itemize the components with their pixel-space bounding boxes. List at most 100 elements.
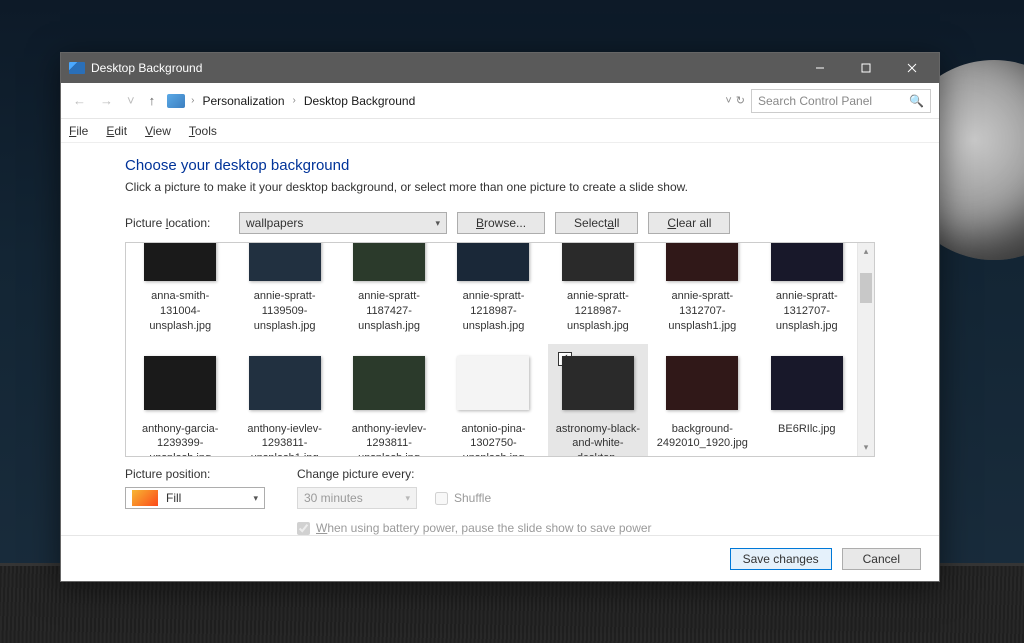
chevron-down-icon: ▾ [253,493,258,504]
picture-location-label: Picture location: [125,216,229,230]
select-all-button[interactable]: Select all [555,212,638,234]
thumbnail-filename: anthony-ievlev-1293811-unsplash.jpg [341,422,437,457]
page-subheading: Click a picture to make it your desktop … [125,180,875,194]
options-row: Picture position: Fill ▾ Change picture … [125,467,875,535]
shuffle-label: Shuffle [454,491,491,505]
dialog-footer: Save changes Cancel [61,535,939,581]
picture-position-label: Picture position: [125,467,265,481]
thumbnail-filename: background-2492010_1920.jpg [654,422,750,452]
thumbnail-filename: annie-spratt-1312707-unsplash1.jpg [654,289,750,334]
window-title: Desktop Background [91,61,797,75]
thumbnail-image [457,242,529,281]
position-preview-icon [132,490,158,506]
thumbnail-filename: antonio-pina-1302750-unsplash.jpg [445,422,541,457]
wallpaper-thumbnail[interactable]: BE6RIlc.jpg [757,344,857,457]
picture-location-value: wallpapers [246,216,303,230]
wallpaper-thumbnail[interactable]: annie-spratt-1218987-unsplash.jpg [443,242,543,340]
shuffle-checkbox: Shuffle [435,491,491,505]
wallpaper-thumbnail[interactable]: antonio-pina-1302750-unsplash.jpg [443,344,543,457]
chevron-down-icon: ▾ [405,493,410,504]
thumbnail-filename: annie-spratt-1218987-unsplash.jpg [550,289,646,334]
wallpaper-thumbnail[interactable]: anthony-garcia-1239399-unsplash.jpg [130,344,230,457]
breadcrumb[interactable]: › Personalization › Desktop Background [191,92,719,110]
thumbnail-image [249,242,321,281]
menu-view[interactable]: View [143,122,173,140]
wallpaper-thumbnail[interactable]: annie-spratt-1312707-unsplash.jpg [757,242,857,340]
change-interval-value: 30 minutes [304,491,363,505]
thumbnail-filename: astronomy-black-and-white-desktop-wallpa… [550,422,646,457]
search-input[interactable]: Search Control Panel 🔍 [751,89,931,113]
battery-label: When using battery power, pause the slid… [316,521,652,535]
thumbnail-image [562,242,634,281]
thumbnail-image [353,242,425,281]
thumbnail-filename: BE6RIlc.jpg [776,422,837,437]
wallpaper-thumbnail[interactable]: anna-smith-131004-unsplash.jpg [130,242,230,340]
nav-back-button[interactable]: ← [69,91,90,110]
scroll-up-button[interactable]: ▴ [858,243,874,260]
picture-location-select[interactable]: wallpapers ▾ [239,212,447,234]
address-bar: ← → ˅ ↑ › Personalization › Desktop Back… [61,83,939,119]
content-area: Choose your desktop background Click a p… [61,143,939,535]
thumbnail-filename: annie-spratt-1312707-unsplash.jpg [759,289,855,334]
chevron-right-icon: › [293,95,296,106]
thumbnail-image [144,356,216,410]
thumbnail-image [144,242,216,281]
picture-location-row: Picture location: wallpapers ▾ Browse...… [125,212,875,234]
picture-position-value: Fill [166,491,181,505]
thumbnail-image [771,356,843,410]
cancel-button[interactable]: Cancel [842,548,921,570]
gallery-viewport[interactable]: anna-smith-131004-unsplash.jpgannie-spra… [125,242,875,457]
maximize-button[interactable] [843,53,889,83]
wallpaper-thumbnail[interactable]: annie-spratt-1312707-unsplash1.jpg [652,242,752,340]
thumbnail-image [771,242,843,281]
thumbnail-filename: annie-spratt-1139509-unsplash.jpg [236,289,332,334]
change-picture-every-label: Change picture every: [297,467,652,481]
search-placeholder: Search Control Panel [758,94,872,108]
minimize-button[interactable] [797,53,843,83]
close-button[interactable] [889,53,935,83]
thumbnail-filename: annie-spratt-1187427-unsplash.jpg [341,289,437,334]
wallpaper-thumbnail[interactable]: anthony-ievlev-1293811-unsplash.jpg [339,344,439,457]
address-bar-dropdown-button[interactable]: ˅ [725,95,731,107]
save-changes-button[interactable]: Save changes [730,548,832,570]
clear-all-button[interactable]: Clear all [648,212,730,234]
wallpaper-thumbnail[interactable]: ✓astronomy-black-and-white-desktop-wallp… [548,344,648,457]
titlebar[interactable]: Desktop Background [61,53,939,83]
scrollbar-thumb[interactable] [860,273,872,303]
breadcrumb-desktop-background[interactable]: Desktop Background [302,92,417,110]
wallpaper-thumbnail[interactable]: anthony-ievlev-1293811-unsplash1.jpg [234,344,334,457]
picture-position-select[interactable]: Fill ▾ [125,487,265,509]
battery-checkbox-input [297,522,310,535]
thumbnail-image [666,242,738,281]
menu-bar: File Edit View Tools [61,119,939,143]
thumbnail-filename: anna-smith-131004-unsplash.jpg [132,289,228,334]
change-interval-select: 30 minutes ▾ [297,487,417,509]
wallpaper-thumbnail[interactable]: background-2492010_1920.jpg [652,344,752,457]
wallpaper-thumbnail[interactable]: annie-spratt-1139509-unsplash.jpg [234,242,334,340]
scroll-down-button[interactable]: ▾ [858,439,874,456]
menu-file[interactable]: File [67,122,90,140]
wallpaper-thumbnail[interactable]: annie-spratt-1187427-unsplash.jpg [339,242,439,340]
menu-tools[interactable]: Tools [187,122,219,140]
wallpaper-gallery: anna-smith-131004-unsplash.jpgannie-spra… [125,242,875,457]
titlebar-app-icon [69,62,85,74]
nav-forward-button[interactable]: → [96,91,117,110]
nav-up-button[interactable]: ↑ [145,91,160,110]
browse-button[interactable]: Browse... [457,212,545,234]
scrollbar[interactable]: ▴ ▾ [857,243,874,456]
refresh-button[interactable]: ↻ [736,94,745,107]
menu-edit[interactable]: Edit [104,122,129,140]
breadcrumb-personalization[interactable]: Personalization [200,92,286,110]
window-controls [797,53,935,83]
folder-icon [167,94,185,108]
thumbnail-image [353,356,425,410]
shuffle-checkbox-input [435,492,448,505]
thumbnail-filename: annie-spratt-1218987-unsplash.jpg [445,289,541,334]
battery-checkbox: When using battery power, pause the slid… [297,521,652,535]
thumbnail-image [666,356,738,410]
thumbnail-image [457,356,529,410]
wallpaper-thumbnail[interactable]: annie-spratt-1218987-unsplash.jpg [548,242,648,340]
thumbnail-image [562,356,634,410]
nav-history-dropdown-button[interactable]: ˅ [123,91,139,110]
thumbnail-filename: anthony-garcia-1239399-unsplash.jpg [132,422,228,457]
